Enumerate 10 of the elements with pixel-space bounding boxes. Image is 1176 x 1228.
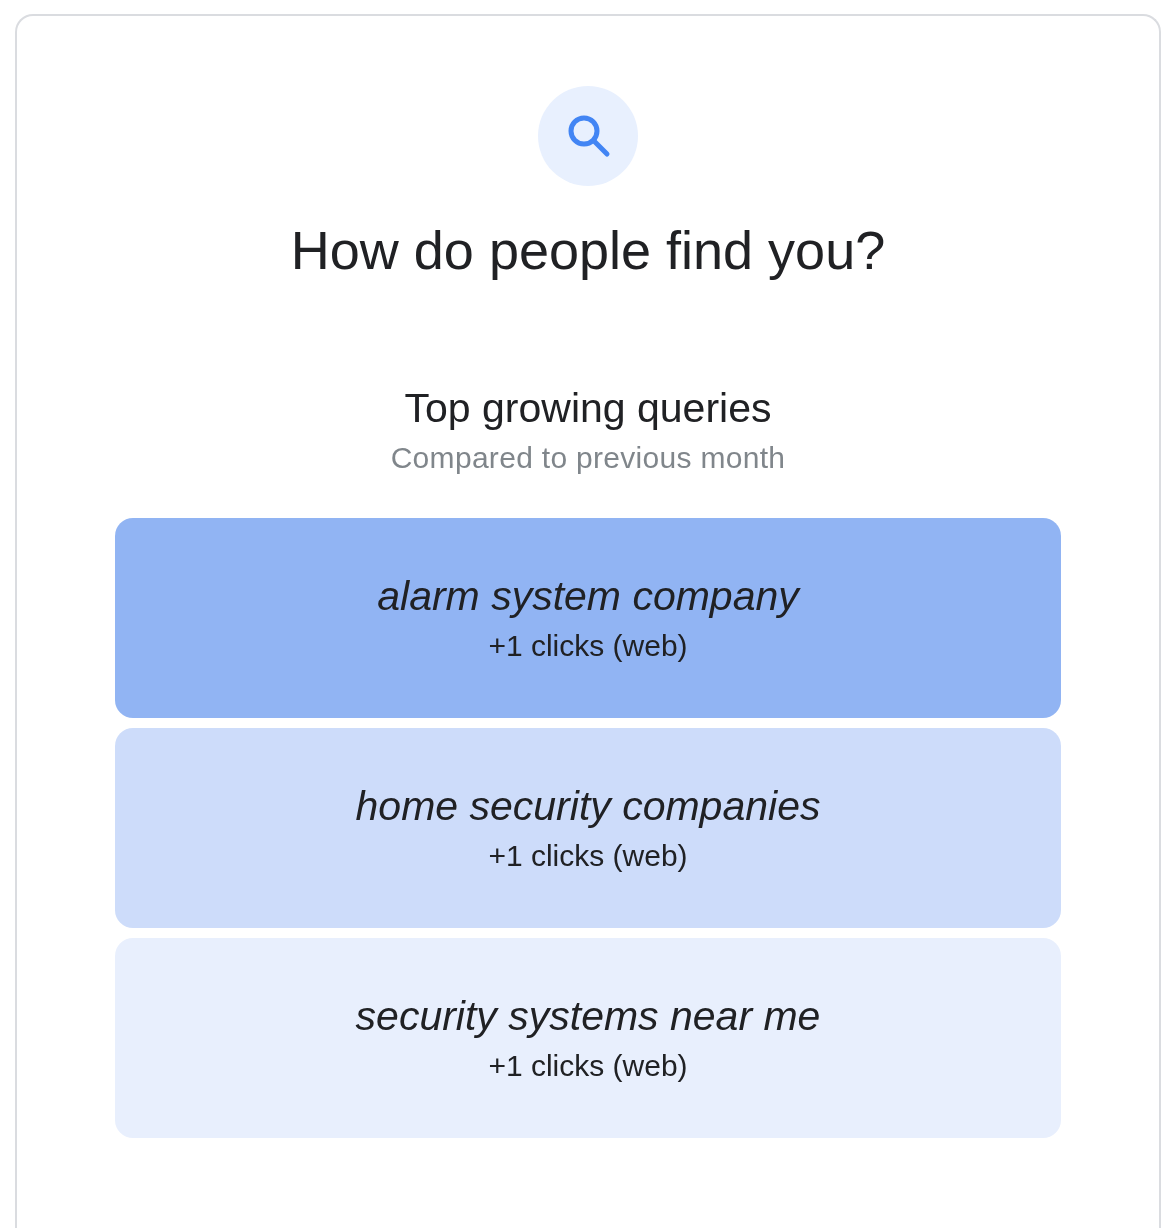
section-title: Top growing queries [404, 384, 772, 432]
query-text: home security companies [355, 782, 821, 831]
section-subtitle: Compared to previous month [390, 440, 786, 476]
clicks-text: +1 clicks (web) [488, 838, 688, 874]
search-icon [538, 86, 638, 186]
query-text: alarm system company [377, 572, 799, 621]
page-heading: How do people find you? [290, 219, 886, 282]
clicks-text: +1 clicks (web) [488, 628, 688, 664]
clicks-text: +1 clicks (web) [488, 1048, 688, 1084]
query-text: security systems near me [355, 992, 821, 1041]
